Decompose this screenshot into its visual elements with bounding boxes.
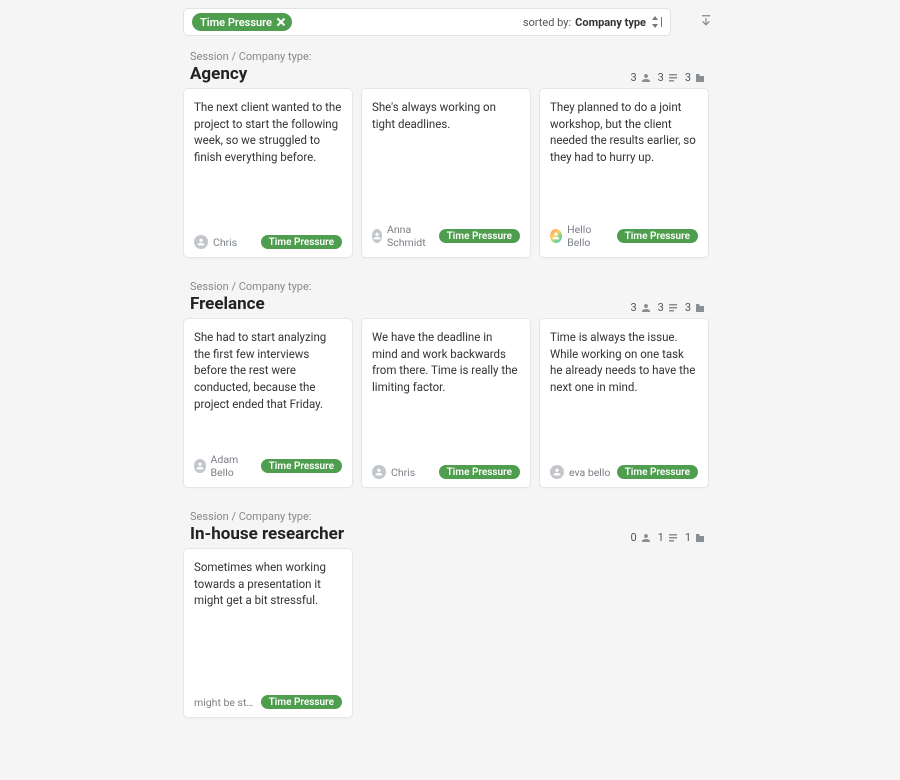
note-author: Anna Schmidt [372, 223, 433, 249]
author-name: eva bello [569, 466, 610, 479]
group-stats: 333 [630, 301, 706, 314]
group-title: Agency [190, 64, 311, 84]
note-footnote: might be stressful [194, 696, 255, 709]
author-name: Anna Schmidt [387, 223, 433, 249]
cards-grid: She had to start analyzing the first few… [182, 318, 710, 488]
note-card[interactable]: Time is always the issue. While working … [539, 318, 709, 488]
note-author: Chris [372, 465, 415, 479]
note-text: Sometimes when working towards a present… [194, 559, 342, 609]
person-icon [640, 72, 652, 84]
avatar [550, 229, 562, 243]
tag-pill[interactable]: Time Pressure [617, 465, 698, 479]
avatar [194, 235, 208, 249]
stat-participants: 3 [630, 301, 651, 314]
group: Session / Company type:Freelance333She h… [182, 280, 710, 488]
note-text: They planned to do a joint workshop, but… [550, 99, 698, 166]
group: Session / Company type:Agency333The next… [182, 50, 710, 258]
stat-notes: 3 [658, 71, 679, 84]
sort-control[interactable]: sorted by: Company type [523, 16, 662, 29]
sorted-by-label: sorted by: [523, 16, 571, 29]
cards-grid: Sometimes when working towards a present… [182, 548, 710, 718]
filter-tag-chip[interactable]: Time Pressure [192, 13, 292, 31]
stat-files: 3 [685, 71, 706, 84]
note-card[interactable]: Sometimes when working towards a present… [183, 548, 353, 718]
note-card[interactable]: We have the deadline in mind and work ba… [361, 318, 531, 488]
tag-pill[interactable]: Time Pressure [439, 465, 520, 479]
group-title: In-house researcher [190, 524, 344, 544]
note-author: eva bello [550, 465, 610, 479]
group-header: Session / Company type:Freelance333 [182, 280, 710, 318]
author-name: Adam Bello [211, 453, 255, 479]
person-icon [640, 302, 652, 314]
notes-icon [667, 532, 679, 544]
group-header: Session / Company type:Agency333 [182, 50, 710, 88]
author-name: Chris [213, 236, 237, 249]
avatar [372, 465, 386, 479]
close-icon[interactable] [276, 17, 286, 27]
tag-pill[interactable]: Time Pressure [439, 229, 520, 243]
group: Session / Company type:In-house research… [182, 510, 710, 718]
note-footer: Anna Schmidt Time Pressure [372, 223, 520, 249]
author-name: Hello Bello [567, 223, 610, 249]
stat-files: 3 [685, 301, 706, 314]
group-stats: 011 [630, 531, 706, 544]
stat-notes: 3 [658, 301, 679, 314]
note-author: Hello Bello [550, 223, 611, 249]
avatar [372, 229, 382, 243]
folder-icon [694, 302, 706, 314]
tag-pill[interactable]: Time Pressure [261, 695, 342, 709]
group-title: Freelance [190, 294, 311, 314]
group-stats: 333 [630, 71, 706, 84]
person-icon [640, 532, 652, 544]
tag-pill[interactable]: Time Pressure [261, 459, 342, 473]
note-footer: eva bello Time Pressure [550, 465, 698, 479]
stat-participants: 3 [630, 71, 651, 84]
note-author: Chris [194, 235, 237, 249]
avatar [550, 465, 564, 479]
folder-icon [694, 72, 706, 84]
sort-arrows-icon [650, 16, 662, 28]
note-text: The next client wanted to the project to… [194, 99, 342, 166]
stat-participants: 0 [630, 531, 651, 544]
author-name: Chris [391, 466, 415, 479]
group-header: Session / Company type:In-house research… [182, 510, 710, 548]
note-footer: Adam Bello Time Pressure [194, 453, 342, 479]
folder-icon [694, 532, 706, 544]
download-button[interactable] [698, 13, 714, 29]
avatar [194, 459, 206, 473]
note-card[interactable]: She's always working on tight deadlines.… [361, 88, 531, 258]
note-text: We have the deadline in mind and work ba… [372, 329, 520, 396]
sorted-by-value: Company type [575, 16, 646, 29]
notes-icon [667, 302, 679, 314]
groups-container: Session / Company type:Agency333The next… [182, 50, 710, 718]
note-card[interactable]: She had to start analyzing the first few… [183, 318, 353, 488]
note-footer: might be stressful Time Pressure [194, 695, 342, 709]
tag-pill[interactable]: Time Pressure [617, 229, 698, 243]
note-author: Adam Bello [194, 453, 255, 479]
note-card[interactable]: The next client wanted to the project to… [183, 88, 353, 258]
note-text: She had to start analyzing the first few… [194, 329, 342, 412]
group-supertitle: Session / Company type: [190, 50, 311, 63]
note-footer: Chris Time Pressure [194, 235, 342, 249]
filter-bar: Time Pressure sorted by: Company type [183, 8, 671, 36]
note-text: She's always working on tight deadlines. [372, 99, 520, 132]
note-footer: Hello Bello Time Pressure [550, 223, 698, 249]
note-text: Time is always the issue. While working … [550, 329, 698, 396]
group-supertitle: Session / Company type: [190, 510, 344, 523]
note-card[interactable]: They planned to do a joint workshop, but… [539, 88, 709, 258]
filter-tag-label: Time Pressure [200, 16, 272, 29]
note-footer: Chris Time Pressure [372, 465, 520, 479]
group-supertitle: Session / Company type: [190, 280, 311, 293]
stat-notes: 1 [658, 531, 679, 544]
tag-pill[interactable]: Time Pressure [261, 235, 342, 249]
download-icon [699, 14, 713, 28]
stat-files: 1 [685, 531, 706, 544]
notes-icon [667, 72, 679, 84]
cards-grid: The next client wanted to the project to… [182, 88, 710, 258]
